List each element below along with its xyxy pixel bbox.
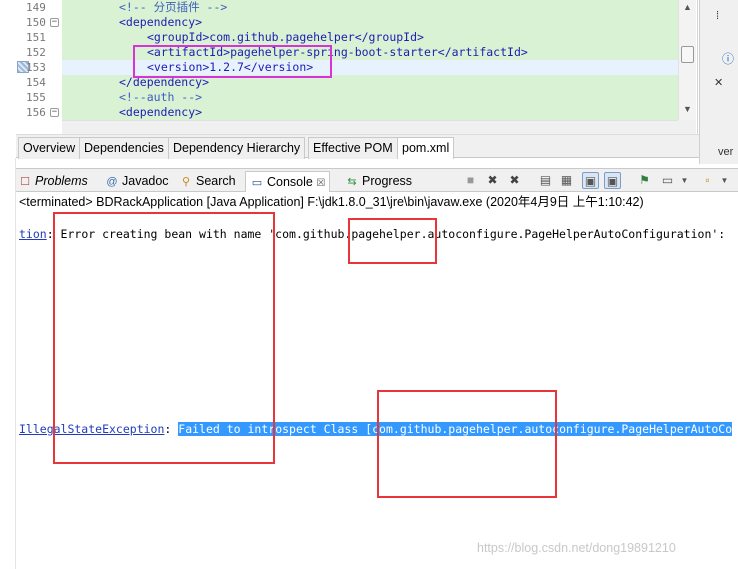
search-icon: ⚲ xyxy=(181,176,191,188)
line-number: 151 xyxy=(26,31,46,44)
xml-tag: <dependency> xyxy=(119,15,203,29)
tab-problems[interactable]: ☐ Problems xyxy=(18,171,88,192)
clear-console-icon[interactable]: ▤ xyxy=(537,172,554,189)
line-number: 155 xyxy=(26,91,46,104)
tab-label: Overview xyxy=(23,141,76,155)
right-side-panel: ⁞ ⓘ ✕ ver xyxy=(699,0,738,164)
scroll-lock-icon[interactable]: ▦ xyxy=(558,172,575,189)
tab-effective-pom[interactable]: Effective POM xyxy=(308,137,398,159)
tab-label: Search xyxy=(196,174,236,188)
pin-console-icon[interactable]: ⚑ xyxy=(636,172,653,189)
pom-editor-tabs: Overview Dependencies Dependency Hierarc… xyxy=(16,134,699,159)
open-console-icon[interactable]: ▫ xyxy=(699,172,716,189)
line-number: 152 xyxy=(26,46,46,59)
code-line: <!--auth --> xyxy=(62,90,678,105)
watermark: https://blog.csdn.net/dong19891210 xyxy=(477,541,676,555)
line-number: 156 xyxy=(26,106,46,119)
tab-dependency-hierarchy[interactable]: Dependency Hierarchy xyxy=(168,137,306,159)
code-line: <dependency> xyxy=(62,15,678,30)
terminate-icon[interactable]: ■ xyxy=(462,172,479,189)
tab-label: Dependency Hierarchy xyxy=(173,141,301,155)
code-line: <groupId>com.github.pagehelper</groupId> xyxy=(62,30,678,45)
chevron-down-icon[interactable]: ▼ xyxy=(676,172,693,189)
tab-javadoc[interactable]: @ Javadoc xyxy=(105,171,169,192)
tab-search[interactable]: ⚲ Search xyxy=(179,171,236,192)
tab-label: Dependencies xyxy=(84,141,164,155)
chevron-down-icon[interactable]: ▼ xyxy=(716,172,733,189)
remove-all-terminated-icon[interactable]: ✖ xyxy=(506,172,523,189)
display-selected-console-icon[interactable]: ▭ xyxy=(659,172,676,189)
line-number: 153 xyxy=(26,61,46,74)
tab-console[interactable]: ▭ Console ☒ xyxy=(245,171,331,192)
scroll-up-icon[interactable]: ▲ xyxy=(683,2,692,12)
line-number: 150 xyxy=(26,16,46,29)
close-icon[interactable]: ✕ xyxy=(714,76,723,89)
xml-editor[interactable]: 149 150− 151 152 153 154 155 156− <!-- 分… xyxy=(0,0,698,134)
tab-pom-xml[interactable]: pom.xml xyxy=(397,137,455,159)
word-wrap-icon[interactable]: ▣ xyxy=(582,172,599,189)
code-line: <dependency> xyxy=(62,105,678,120)
tab-dependencies[interactable]: Dependencies xyxy=(79,137,169,159)
problems-icon: ☐ xyxy=(20,176,30,188)
tab-label: Javadoc xyxy=(122,174,169,188)
scroll-down-icon[interactable]: ▼ xyxy=(683,104,692,114)
fold-toggle-icon[interactable]: − xyxy=(50,108,59,117)
progress-icon: ⇆ xyxy=(347,176,357,188)
tab-label: Console xyxy=(267,175,313,189)
xml-tag: <dependency> xyxy=(119,105,203,119)
tab-label: pom.xml xyxy=(402,141,450,155)
status-text: <terminated> BDRackApplication [Java App… xyxy=(19,195,644,209)
tab-label: Progress xyxy=(362,174,413,188)
console-view-tabbar: ☐ Problems @ Javadoc ⚲ Search ▭ Console ☒ ⇆ P… xyxy=(16,168,738,192)
annotation-box-pagehelper xyxy=(348,218,437,264)
console-process-status: <terminated> BDRackApplication [Java App… xyxy=(16,192,738,212)
panel-edge-icon: ⁞ xyxy=(716,10,720,22)
left-margin-strip xyxy=(0,158,16,569)
console-icon: ▭ xyxy=(251,177,263,189)
annotation-box-error xyxy=(53,212,275,464)
editor-vertical-scrollbar[interactable]: ▲ ▼ xyxy=(678,0,696,120)
editor-horizontal-scrollbar[interactable] xyxy=(62,120,678,134)
tab-label: Effective POM xyxy=(313,141,393,155)
line-number: 149 xyxy=(26,1,46,14)
info-icon: ⓘ xyxy=(722,52,735,66)
tab-overview[interactable]: Overview xyxy=(18,137,81,159)
fold-toggle-icon[interactable]: − xyxy=(50,18,59,27)
scrollbar-corner xyxy=(678,120,696,134)
tab-progress[interactable]: ⇆ Progress xyxy=(345,171,412,192)
show-console-icon[interactable]: ▣ xyxy=(604,172,621,189)
line-number-gutter: 149 150− 151 152 153 154 155 156− xyxy=(0,0,62,120)
line-number: 154 xyxy=(26,76,46,89)
remove-launch-icon[interactable]: ✖ xyxy=(484,172,501,189)
close-tab-icon[interactable]: ☒ xyxy=(316,178,325,189)
annotation-box-class xyxy=(377,390,557,498)
xml-comment: <!-- 分页插件 --> xyxy=(119,0,228,14)
xml-comment: <!--auth --> xyxy=(119,90,203,104)
javadoc-icon: @ xyxy=(106,176,118,188)
panel-label: ver xyxy=(718,146,734,158)
scroll-thumb[interactable] xyxy=(681,46,694,63)
stack-trace-link[interactable]: tion xyxy=(19,227,47,241)
code-line: <!-- 分页插件 --> xyxy=(62,0,678,15)
annotation-box-version xyxy=(133,45,332,78)
xml-element: <groupId>com.github.pagehelper</groupId> xyxy=(147,30,424,44)
tab-label: Problems xyxy=(35,174,88,188)
